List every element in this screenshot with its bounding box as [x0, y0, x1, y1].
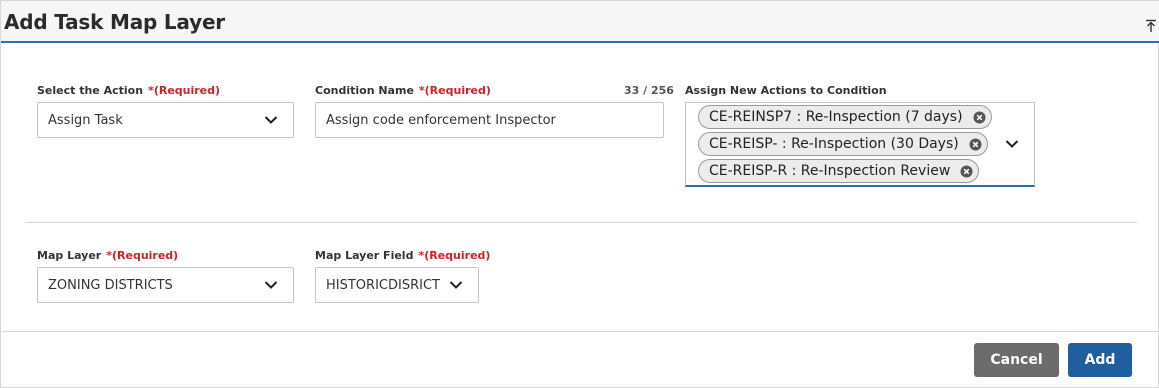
- condition-label-text: Condition Name: [315, 84, 414, 97]
- chevron-down-icon: [264, 116, 278, 124]
- collapse-icon[interactable]: [1145, 19, 1157, 33]
- dialog: Add Task Map Layer Select the Action *(Re…: [0, 0, 1159, 388]
- remove-chip-icon[interactable]: [969, 138, 982, 151]
- action-label: Select the Action *(Required): [37, 84, 220, 97]
- required-indicator: *(Required): [106, 249, 179, 262]
- required-indicator: *(Required): [418, 84, 491, 97]
- map-layer-label: Map Layer *(Required): [37, 249, 178, 262]
- condition-name-value: Assign code enforcement Inspector: [326, 113, 556, 128]
- map-layer-select-value: ZONING DISTRICTS: [48, 278, 173, 293]
- chip-label: CE-REISP-R : Re-Inspection Review: [709, 163, 951, 179]
- chip-label: CE-REINSP7 : Re-Inspection (7 days): [709, 109, 963, 125]
- cancel-button[interactable]: Cancel: [974, 343, 1059, 377]
- chip-label: CE-REISP- : Re-Inspection (30 Days): [709, 136, 959, 152]
- chevron-down-icon[interactable]: [1005, 139, 1019, 149]
- remove-chip-icon[interactable]: [960, 165, 973, 178]
- action-select[interactable]: Assign Task: [37, 102, 294, 138]
- required-indicator: *(Required): [148, 84, 221, 97]
- condition-label: Condition Name *(Required): [315, 84, 491, 97]
- character-counter: 33 / 256: [624, 84, 674, 97]
- assign-actions-label: Assign New Actions to Condition: [685, 84, 887, 97]
- chevron-down-icon: [449, 281, 463, 289]
- page-title: Add Task Map Layer: [4, 10, 225, 34]
- map-layer-field-label-text: Map Layer Field: [315, 249, 414, 262]
- map-layer-field-select-value: HISTORICDISRICT: [326, 278, 440, 293]
- assign-actions-multiselect[interactable]: CE-REINSP7 : Re-Inspection (7 days) CE-R…: [685, 102, 1035, 187]
- map-layer-field-select[interactable]: HISTORICDISRICT: [315, 267, 479, 303]
- required-indicator: *(Required): [418, 249, 491, 262]
- condition-name-input[interactable]: Assign code enforcement Inspector: [315, 102, 664, 138]
- action-select-value: Assign Task: [48, 113, 123, 128]
- map-layer-field-label: Map Layer Field *(Required): [315, 249, 490, 262]
- action-chip: CE-REISP-R : Re-Inspection Review: [698, 159, 980, 183]
- section-divider: [25, 222, 1137, 223]
- map-layer-label-text: Map Layer: [37, 249, 102, 262]
- action-chip: CE-REISP- : Re-Inspection (30 Days): [698, 132, 988, 156]
- dialog-header: Add Task Map Layer: [1, 1, 1159, 43]
- chevron-down-icon: [264, 281, 278, 289]
- map-layer-select[interactable]: ZONING DISTRICTS: [37, 267, 294, 303]
- action-label-text: Select the Action: [37, 84, 144, 97]
- footer-divider: [2, 331, 1159, 332]
- add-button[interactable]: Add: [1068, 343, 1132, 377]
- action-chip: CE-REINSP7 : Re-Inspection (7 days): [698, 105, 992, 129]
- remove-chip-icon[interactable]: [973, 111, 986, 124]
